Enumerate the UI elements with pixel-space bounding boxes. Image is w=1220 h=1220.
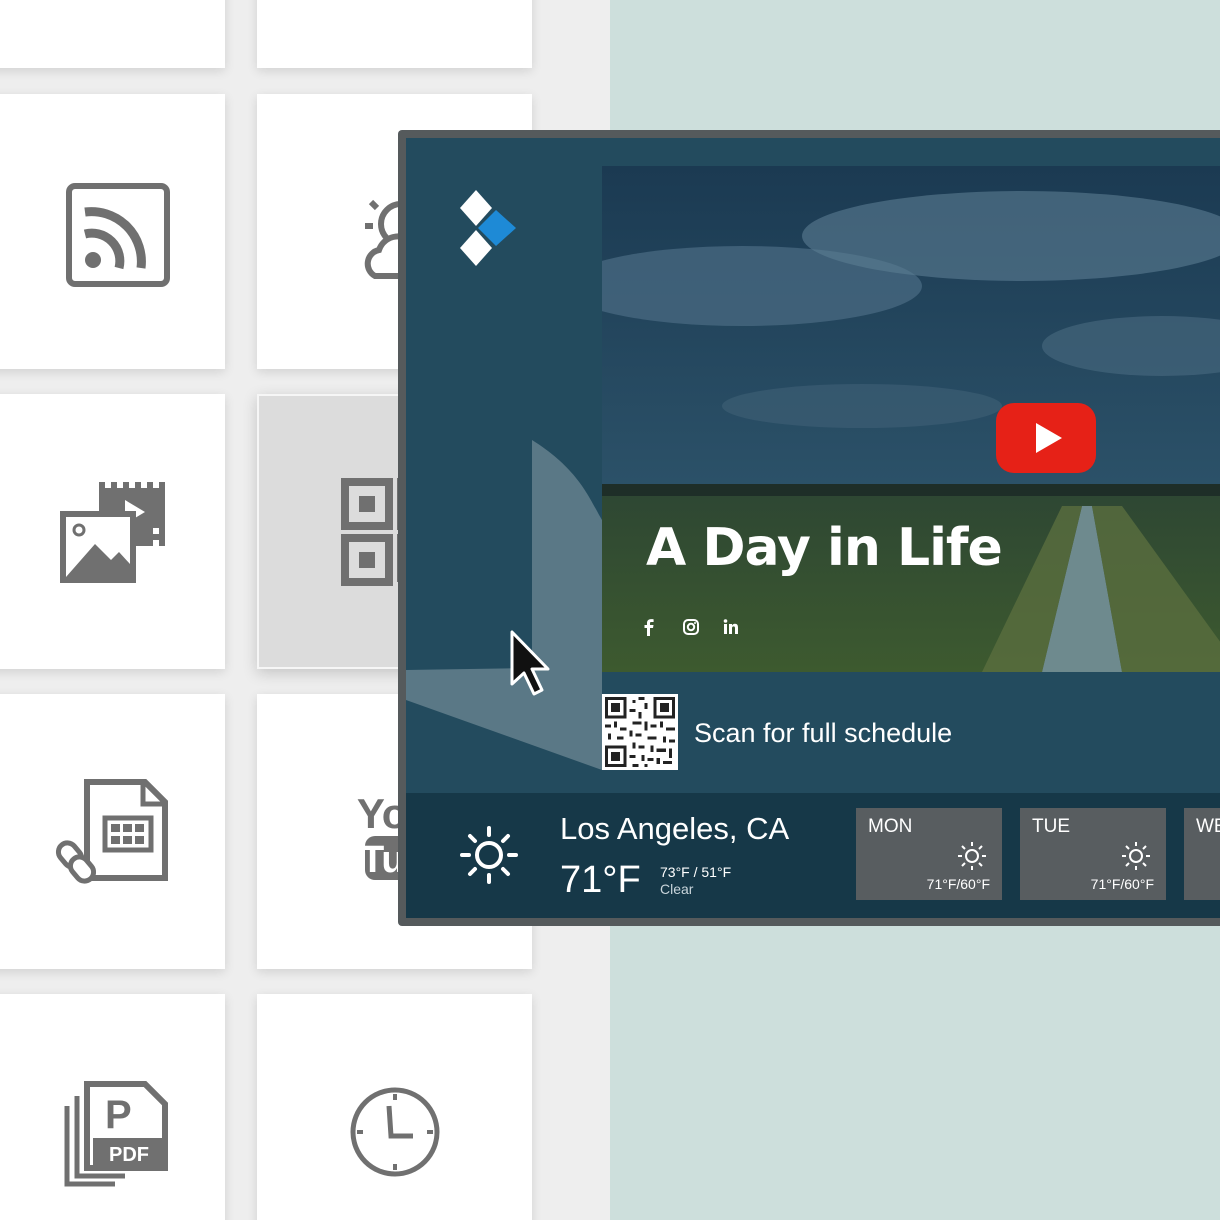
media-widget-tile[interactable] [0, 394, 225, 669]
video-thumbnail [602, 166, 1220, 672]
forecast-day-name: MON [868, 816, 913, 837]
pdf-widget-tile[interactable]: P PDF [0, 994, 225, 1220]
brand-logo [460, 190, 516, 266]
forecast-day-name: WE [1196, 816, 1220, 837]
instagram-icon[interactable] [680, 616, 702, 638]
rss-feed-icon [65, 182, 170, 287]
video-player[interactable]: A Day in Life [602, 166, 1220, 672]
widget-tile[interactable] [257, 0, 532, 68]
weather-temp: 71°F [560, 859, 641, 901]
spreadsheet-widget-tile[interactable] [0, 694, 225, 969]
weather-bar: Los Angeles, CA 71°F 73°F / 51°F Clear M… [406, 793, 1220, 918]
rss-widget-tile[interactable] [0, 94, 225, 369]
youtube-play-button[interactable] [996, 403, 1096, 473]
forecast-day-temp: 71°F/60°F [1090, 876, 1154, 892]
media-slideshow-icon [59, 481, 165, 583]
qr-code [602, 694, 678, 770]
pdf-logo-letter: P [105, 1093, 132, 1137]
forecast-day-name: TUE [1032, 816, 1070, 837]
weather-hilo: 73°F / 51°F [660, 864, 732, 880]
mouse-cursor-icon [510, 630, 550, 696]
pdf-icon: P PDF [64, 1080, 168, 1186]
signage-screen: A Day in Life Scan for full schedule Los… [406, 138, 1220, 918]
forecast-day-card: WE [1184, 808, 1220, 900]
weather-city: Los Angeles, CA [560, 811, 790, 846]
pdf-label: PDF [109, 1144, 149, 1166]
clock-widget-tile[interactable] [257, 994, 532, 1220]
forecast-day-card: TUE 71°F/60°F [1020, 808, 1166, 900]
signage-display: A Day in Life Scan for full schedule Los… [398, 130, 1220, 926]
weather-condition: Clear [660, 881, 694, 897]
sun-icon [1122, 842, 1150, 870]
widget-tile[interactable] [0, 0, 225, 68]
video-title: A Day in Life [646, 518, 1003, 578]
forecast-day-card: MON 71°F/60°F [856, 808, 1002, 900]
clock-icon [350, 1087, 439, 1176]
qr-caption: Scan for full schedule [694, 718, 953, 748]
sun-icon [958, 842, 986, 870]
spreadsheet-link-icon [55, 778, 168, 884]
forecast-day-temp: 71°F/60°F [926, 876, 990, 892]
linkedin-icon[interactable] [720, 616, 742, 638]
sun-icon [460, 826, 518, 884]
facebook-icon[interactable] [638, 616, 660, 638]
